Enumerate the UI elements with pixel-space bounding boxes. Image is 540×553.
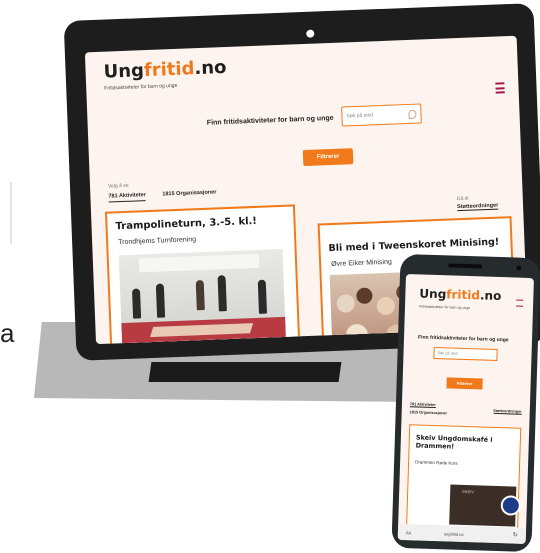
phone-screen: Ungfritid.no Fritidsaktiviteter for barn… — [397, 274, 534, 544]
location-pin-icon[interactable] — [408, 109, 417, 119]
choose-label: Velg å se — [107, 182, 129, 190]
site-logo[interactable]: Ungfritid.no — [103, 57, 227, 83]
goto-label: Gå til — [456, 195, 469, 203]
edge-decoration — [0, 182, 12, 244]
filter-button[interactable]: Filtrerer — [302, 148, 354, 167]
filter-button[interactable]: Filtrerer — [446, 377, 483, 390]
photo-sign-text: SKEIV — [462, 488, 475, 495]
activity-card[interactable]: Skeiv Ungdomskafé i Drammen! Drammen Rød… — [406, 424, 522, 530]
front-camera-icon — [516, 265, 522, 271]
card-title: Bli med i Tweenskoret Minising! — [328, 236, 500, 255]
card-organisation: Drammen Røde Kors — [415, 459, 458, 466]
card-title: Trampolineturn, 3.-5. kl.! — [115, 215, 258, 233]
search-input[interactable]: Søk på sted — [433, 346, 498, 361]
browser-address-bar[interactable]: AA ungfritid.no ↻ — [397, 523, 527, 544]
earpiece — [448, 263, 483, 269]
card-title: Skeiv Ungdomskafé i Drammen! — [415, 433, 493, 452]
tab-organisations[interactable]: 1815 Organisasjoner — [162, 189, 216, 197]
tab-activities[interactable]: 781 Aktiviteter — [409, 402, 436, 409]
tab-organisations[interactable]: 1815 Organisasjoner — [410, 410, 447, 415]
text-size-button[interactable]: AA — [406, 530, 411, 535]
search-placeholder: Søk på sted — [346, 112, 374, 120]
hamburger-menu-icon[interactable] — [516, 299, 524, 307]
support-schemes-link[interactable]: Støtteordninger — [493, 408, 522, 415]
tab-activities[interactable]: 781 Aktiviteter — [108, 192, 147, 203]
laptop-hinge — [148, 362, 342, 382]
card-organisation: Øvre Eiker Minising — [331, 258, 392, 269]
support-schemes-link[interactable]: Støtteordninger — [456, 202, 499, 212]
site-tagline: Fritidsaktiviteter for barn og unge — [104, 82, 178, 92]
site-logo[interactable]: Ungfritid.no — [419, 286, 501, 303]
webcam-icon — [306, 29, 315, 38]
activity-photo — [118, 248, 287, 345]
card-organisation: Trondhjems Turnforening — [118, 236, 197, 247]
reload-icon[interactable]: ↻ — [513, 532, 518, 539]
url-text: ungfritid.no — [443, 531, 464, 537]
stray-letter: a — [0, 318, 15, 348]
smartphone: Ungfritid.no Fritidsaktiviteter for barn… — [391, 253, 540, 553]
hamburger-menu-icon[interactable] — [495, 82, 505, 94]
activity-card[interactable]: Trampolineturn, 3.-5. kl.! Trondhjems Tu… — [104, 204, 301, 345]
search-heading: Finn fritidsaktiviteter for barn og unge — [206, 114, 334, 127]
search-heading: Finn fritidsaktiviteter for barn og unge — [417, 334, 509, 344]
site-tagline: Fritidsaktiviteter for barn og unge — [418, 304, 471, 311]
search-input[interactable]: Søk på sted — [341, 103, 422, 127]
